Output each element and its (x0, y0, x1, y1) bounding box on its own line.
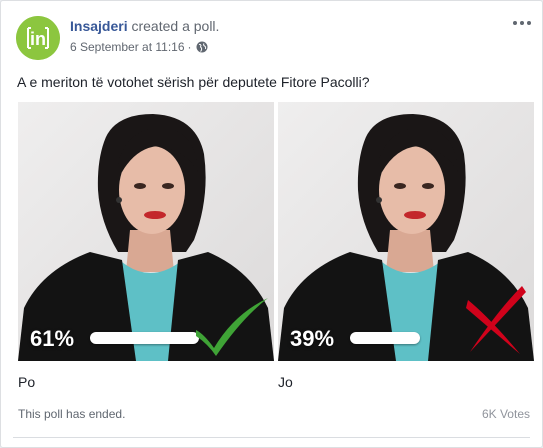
poll-option-jo[interactable]: 39% (278, 102, 534, 361)
post-meta: 6 September at 11:16 · (70, 39, 219, 55)
percent-label: 61% (30, 326, 75, 351)
checkmark-icon (196, 298, 268, 356)
poll-post-card: in Insajderi created a poll. 6 September… (0, 0, 543, 448)
globe-icon[interactable] (196, 41, 208, 53)
cross-icon (466, 286, 526, 354)
poll-option-po[interactable]: 61% (18, 102, 274, 361)
divider (13, 437, 530, 438)
poll-question: A e meriton të votohet sërish për depute… (17, 74, 370, 90)
meta-separator: · (187, 40, 192, 54)
avatar[interactable]: in (16, 16, 60, 60)
insajderi-logo: in (16, 16, 60, 60)
result-bar-fill (350, 332, 420, 344)
option-label: Jo (278, 374, 293, 390)
post-header: Insajderi created a poll. 6 September at… (70, 17, 219, 55)
poll-status: This poll has ended. (18, 407, 126, 421)
post-action: created a poll. (131, 18, 220, 34)
result-bar-fill (90, 332, 199, 344)
author-line: Insajderi created a poll. (70, 17, 219, 35)
avatar-text: in (30, 29, 46, 49)
option-label: Po (18, 374, 36, 390)
author-link[interactable]: Insajderi (70, 18, 128, 34)
timestamp-link[interactable]: 6 September at 11:16 (70, 39, 185, 55)
more-options-icon[interactable] (512, 15, 532, 31)
vote-count[interactable]: 6K Votes (482, 406, 530, 422)
percent-label: 39% (290, 326, 335, 351)
